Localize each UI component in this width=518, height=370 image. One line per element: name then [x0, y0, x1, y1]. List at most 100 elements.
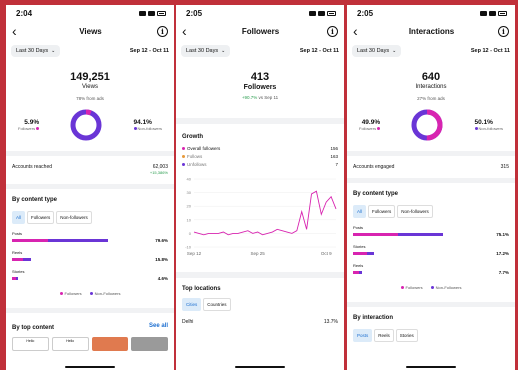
non-followers-pct: 94.1%	[133, 119, 152, 126]
non-followers-pct: 50.1%	[474, 119, 493, 126]
signal-icon	[480, 10, 487, 16]
growth-value: 163	[330, 154, 338, 159]
page-title: Interactions	[408, 26, 455, 36]
status-bar: 2:05	[176, 5, 344, 21]
chevron-down-icon: ⌄	[392, 48, 397, 54]
range-label: Last 30 Days	[186, 48, 219, 54]
accounts-engaged-row: Accounts engaged 315	[347, 164, 515, 170]
tab-all[interactable]: All	[353, 205, 367, 218]
interactions-screen: 2:05 ‹ Interactions i Last 30 Days ⌄ Sep …	[347, 5, 515, 370]
back-icon[interactable]: ‹	[353, 24, 365, 38]
followers-bar	[12, 239, 49, 242]
location-tabs: Cities Countries	[176, 298, 344, 311]
range-dropdown[interactable]: Last 30 Days ⌄	[352, 45, 402, 57]
content-thumb[interactable]	[91, 337, 129, 351]
tab-posts[interactable]: Posts	[353, 329, 373, 342]
tab-stories[interactable]: Stories	[395, 329, 418, 342]
ads-note: 78% from ads	[76, 96, 104, 101]
tab-followers[interactable]: Followers	[27, 211, 55, 224]
interactions-total: 640	[421, 71, 441, 83]
home-indicator	[235, 366, 285, 368]
status-icons	[139, 10, 166, 16]
tab-non-followers[interactable]: Non-followers	[56, 211, 92, 224]
followers-change: +90.7%	[241, 95, 258, 100]
chevron-down-icon: ⌄	[221, 48, 226, 54]
wifi-icon	[148, 10, 155, 16]
info-icon[interactable]: i	[327, 25, 338, 37]
followers-bar	[12, 258, 24, 261]
tab-reels[interactable]: Reels	[374, 329, 394, 342]
bar-posts: Posts 79.6%	[6, 231, 174, 243]
tab-all[interactable]: All	[12, 211, 26, 224]
top-content-row: By top content See all	[6, 321, 174, 331]
bar-label: Posts	[12, 231, 23, 236]
y-tick-label: 20	[187, 204, 192, 209]
tab-countries[interactable]: Countries	[203, 298, 231, 311]
accounts-engaged-value: 315	[500, 164, 509, 170]
y-tick-label: -10	[185, 245, 192, 250]
divider	[347, 302, 515, 307]
views-total: 149,251	[70, 71, 110, 83]
x-tick-label: Oct 9	[321, 251, 332, 256]
chevron-down-icon: ⌄	[51, 48, 56, 54]
status-time: 2:04	[16, 8, 33, 18]
home-indicator	[65, 366, 115, 368]
x-tick-label: Sep 12	[187, 251, 202, 256]
range-label: Last 30 Days	[357, 48, 390, 54]
legend: Followers Non-Followers	[6, 291, 174, 296]
battery-icon	[498, 10, 507, 16]
y-tick-label: 30	[187, 190, 192, 195]
status-icons	[309, 10, 336, 16]
divider	[176, 272, 344, 278]
content-thumb[interactable]: Hello	[51, 337, 89, 351]
bar-label: Posts	[353, 225, 364, 230]
tab-cities[interactable]: Cities	[182, 298, 202, 311]
growth-name: Unfollows	[187, 162, 207, 167]
followers-dot	[400, 286, 404, 289]
top-content-thumbs: Hello Hello	[6, 337, 174, 351]
interaction-tabs: Posts Reels Stories	[347, 329, 515, 342]
non-followers-bar	[398, 233, 444, 236]
back-icon[interactable]: ‹	[182, 24, 194, 38]
accounts-reached-row: Accounts reached 62,003 +15,386%	[6, 164, 174, 176]
wifi-icon	[318, 10, 325, 16]
date-range: Sep 12 - Oct 11	[470, 48, 510, 54]
tab-non-followers[interactable]: Non-followers	[397, 205, 433, 218]
home-indicator	[406, 366, 456, 368]
status-bar: 2:05	[347, 5, 515, 21]
bar-label: Stories	[12, 269, 25, 274]
range-label: Last 30 Days	[16, 48, 49, 54]
non-followers-dot	[133, 127, 137, 130]
followers-label: Followers	[18, 126, 36, 131]
battery-icon	[157, 10, 166, 16]
growth-value: 7	[335, 162, 338, 167]
range-dropdown[interactable]: Last 30 Days ⌄	[11, 45, 61, 57]
see-all-link[interactable]: See all	[149, 323, 168, 329]
bar-pct: 4.6%	[157, 276, 168, 281]
status-time: 2:05	[186, 8, 203, 18]
accounts-reached-label: Accounts reached	[12, 164, 53, 170]
signal-icon	[139, 10, 146, 16]
info-icon[interactable]: i	[156, 25, 168, 37]
growth-title: Growth	[182, 134, 203, 140]
followers-total: 413	[250, 71, 270, 83]
followers-bar	[353, 252, 368, 255]
legend-followers: Followers	[405, 285, 423, 290]
followers-dot	[59, 292, 63, 295]
non-followers-dot	[89, 292, 93, 295]
info-icon[interactable]: i	[498, 25, 509, 37]
status-icons	[480, 10, 507, 16]
divider	[6, 184, 174, 189]
content-thumb[interactable]	[131, 337, 168, 351]
wifi-icon	[489, 10, 496, 16]
status-time: 2:05	[357, 8, 374, 18]
growth-row: Overall followers 156	[182, 146, 338, 151]
back-icon[interactable]: ‹	[12, 24, 24, 38]
followers-change-note: +90.7% vs Sep 11	[176, 95, 344, 100]
tab-followers[interactable]: Followers	[368, 205, 396, 218]
content-thumb[interactable]: Hello	[12, 337, 49, 351]
ads-note: 27% from ads	[417, 96, 445, 101]
bar-reels: Reels 7.7%	[347, 263, 515, 275]
range-dropdown[interactable]: Last 30 Days ⌄	[181, 45, 231, 57]
overall-dot	[182, 147, 185, 150]
